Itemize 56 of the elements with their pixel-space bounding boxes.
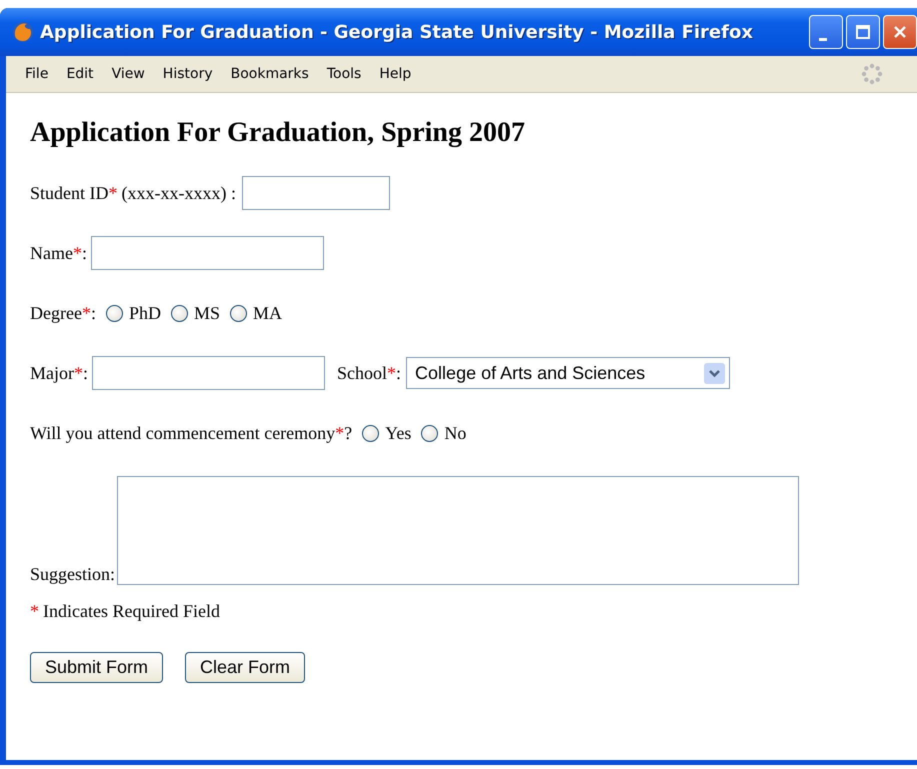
throbber-icon (861, 63, 883, 85)
radio-button[interactable] (362, 424, 380, 442)
field-hint: : (83, 362, 88, 384)
menu-item[interactable]: Help (370, 64, 420, 84)
maximize-button[interactable] (846, 15, 880, 49)
school-dropdown[interactable]: College of Arts and Sciences (406, 357, 730, 389)
field-hint: : (396, 362, 402, 384)
field-hint: : (82, 242, 87, 264)
option-label: Yes (385, 422, 412, 444)
minimize-button[interactable] (809, 15, 843, 49)
field-label: Major (30, 362, 74, 384)
required-mark: * (72, 242, 82, 264)
menu-item[interactable]: Edit (57, 64, 103, 84)
suggestion-field[interactable] (117, 476, 800, 585)
required-mark: * (108, 182, 118, 204)
text-field[interactable] (92, 356, 326, 390)
radio-button[interactable] (421, 424, 438, 442)
globe-icon (12, 21, 34, 43)
required-note: Indicates Required Field (43, 601, 220, 622)
field-label: Student ID (30, 182, 108, 204)
field-label: Will you attend commencement ceremony (30, 422, 336, 444)
option-label: MA (253, 302, 282, 324)
field-label: Degree (30, 302, 82, 324)
chevron-down-icon (704, 362, 726, 384)
form-button[interactable]: Clear Form (185, 652, 306, 683)
field-hint: (xxx-xx-xxxx) : (122, 182, 236, 204)
field-hint: ? (344, 422, 352, 444)
radio-button[interactable] (171, 304, 188, 322)
field-hint: : (90, 302, 96, 324)
close-icon (892, 24, 908, 40)
required-mark: * (335, 422, 344, 444)
required-mark: * (82, 302, 91, 324)
field-label: Suggestion: (30, 564, 116, 585)
required-mark: * (387, 362, 396, 384)
field-label: School (337, 362, 388, 384)
window-title: Application For Graduation - Georgia State University - Mozilla Firefox (40, 22, 753, 42)
radio-button[interactable] (106, 304, 123, 322)
maximize-icon (855, 24, 871, 40)
text-field[interactable] (91, 236, 324, 270)
form-button[interactable]: Submit Form (30, 652, 164, 683)
required-mark: * (30, 601, 39, 622)
field-label: Name (30, 242, 73, 264)
menu-item[interactable]: Tools (318, 64, 370, 84)
required-mark: * (74, 362, 83, 384)
option-label: No (444, 422, 466, 444)
radio-button[interactable] (230, 304, 248, 322)
menu-item[interactable]: View (102, 64, 154, 84)
page-heading: Application For Graduation, Spring 2007 (30, 117, 526, 149)
text-field[interactable] (242, 176, 390, 210)
close-button[interactable] (883, 15, 917, 49)
option-label: MS (194, 302, 220, 324)
minimize-icon (819, 38, 827, 40)
menu-item[interactable]: History (154, 64, 222, 84)
option-label: PhD (128, 302, 161, 324)
menu-item[interactable]: Bookmarks (222, 64, 318, 84)
menu-item[interactable]: File (16, 64, 58, 84)
